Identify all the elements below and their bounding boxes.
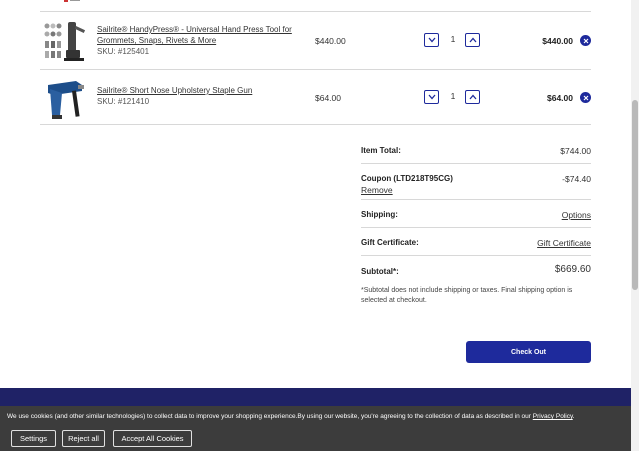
quantity-value[interactable]: 1 (446, 34, 460, 44)
shipping-options-link[interactable]: Options (562, 210, 591, 220)
qty-decrease-button[interactable] (424, 90, 439, 104)
close-icon (583, 38, 588, 43)
gift-certificate-row: Gift Certificate: Gift Certificate (361, 228, 591, 256)
order-summary: Item Total: $744.00 Coupon (LTD218T95CG)… (361, 136, 591, 306)
unit-price: $64.00 (315, 93, 341, 103)
chevron-up-icon (469, 94, 476, 100)
product-sku: SKU: #121410 (97, 97, 150, 106)
subtotal-value: $669.60 (554, 264, 591, 275)
cookie-settings-button[interactable]: Settings (11, 430, 56, 447)
checkout-button[interactable]: Check Out (466, 341, 591, 363)
subtotal-label: Subtotal*: (361, 267, 399, 276)
close-icon (583, 95, 588, 100)
coupon-row: Coupon (LTD218T95CG) -$74.40 Remove (361, 164, 591, 200)
product-info: Sailrite® Short Nose Upholstery Staple G… (97, 85, 297, 107)
reject-all-button[interactable]: Reject all (62, 430, 105, 447)
product-name-link[interactable]: Sailrite® Short Nose Upholstery Staple G… (97, 85, 297, 96)
product-thumbnail-partial (64, 0, 80, 2)
coupon-value: -$74.40 (562, 174, 591, 184)
cookie-message: We use cookies (and other similar techno… (7, 413, 575, 420)
shipping-label: Shipping: (361, 210, 398, 219)
quantity-stepper: 1 (424, 90, 480, 104)
cart-page: Sailrite® HandyPress® - Universal Hand P… (0, 0, 639, 451)
product-thumbnail[interactable] (42, 18, 88, 64)
remove-coupon-link[interactable]: Remove (361, 185, 393, 195)
privacy-policy-link[interactable]: Privacy Policy (533, 413, 573, 420)
product-name-link[interactable]: Sailrite® HandyPress® - Universal Hand P… (97, 24, 297, 46)
item-total-value: $744.00 (560, 146, 591, 156)
cart-row-partial (40, 0, 591, 12)
item-total-label: Item Total: (361, 146, 401, 155)
product-info: Sailrite® HandyPress® - Universal Hand P… (97, 24, 297, 57)
accept-all-cookies-button[interactable]: Accept All Cookies (113, 430, 192, 447)
cart-item-row: Sailrite® HandyPress® - Universal Hand P… (40, 12, 591, 70)
item-total-row: Item Total: $744.00 (361, 136, 591, 164)
product-thumbnail[interactable] (42, 75, 88, 121)
line-total: $64.00 (547, 93, 573, 103)
remove-item-button[interactable] (580, 35, 591, 46)
gift-certificate-label: Gift Certificate: (361, 238, 419, 247)
quantity-stepper: 1 (424, 33, 480, 47)
subtotal-note: *Subtotal does not include shipping or t… (361, 287, 573, 304)
scrollbar-thumb[interactable] (632, 100, 638, 290)
cart-item-row: Sailrite® Short Nose Upholstery Staple G… (40, 70, 591, 125)
cookie-message-text: We use cookies (and other similar techno… (7, 413, 533, 420)
scrollbar[interactable] (631, 0, 639, 451)
coupon-label: Coupon (LTD218T95CG) (361, 174, 453, 183)
qty-increase-button[interactable] (465, 33, 480, 47)
qty-increase-button[interactable] (465, 90, 480, 104)
line-total: $440.00 (542, 36, 573, 46)
cookie-message-period: . (572, 413, 575, 420)
product-sku: SKU: #125401 (97, 47, 150, 56)
cookie-banner: We use cookies (and other similar techno… (0, 406, 631, 451)
chevron-up-icon (469, 37, 476, 43)
qty-decrease-button[interactable] (424, 33, 439, 47)
quantity-value[interactable]: 1 (446, 91, 460, 101)
remove-item-button[interactable] (580, 92, 591, 103)
gift-certificate-link[interactable]: Gift Certificate (537, 238, 591, 248)
subtotal-row: Subtotal*: $669.60 (361, 256, 591, 284)
unit-price: $440.00 (315, 36, 346, 46)
shipping-row: Shipping: Options (361, 200, 591, 228)
chevron-down-icon (428, 94, 435, 100)
chevron-down-icon (428, 37, 435, 43)
